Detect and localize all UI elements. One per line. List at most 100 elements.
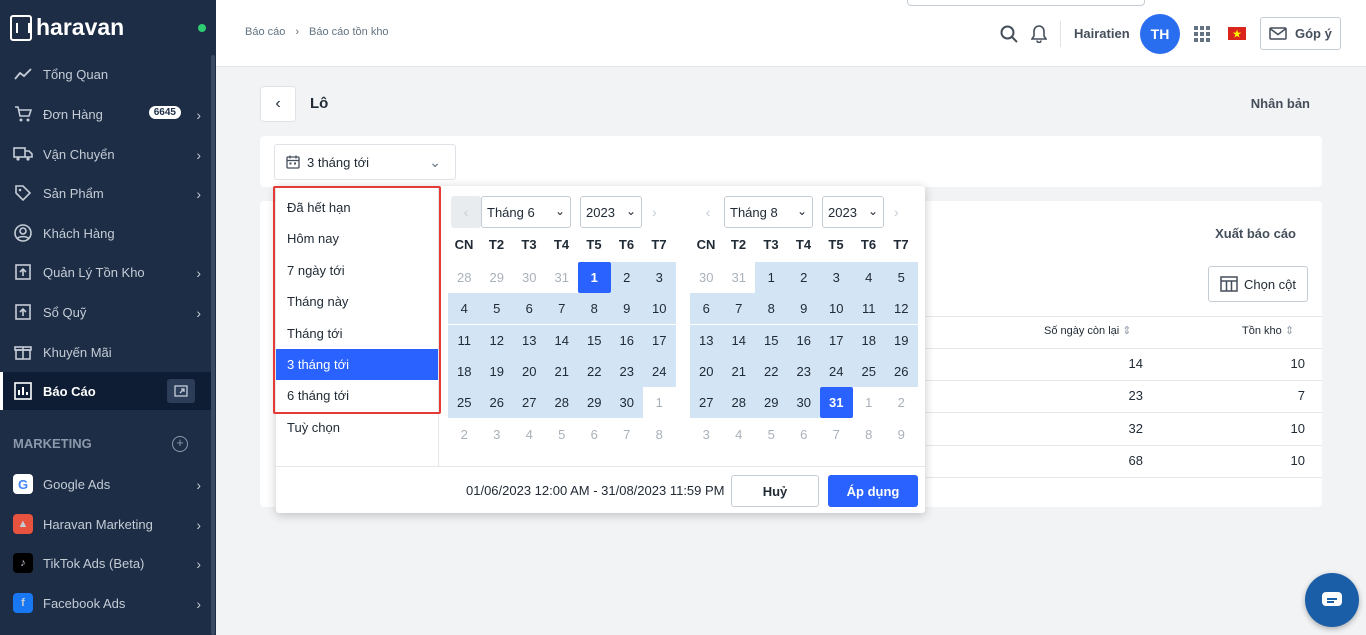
calendar-day[interactable]: 13: [513, 324, 546, 356]
calendar-day[interactable]: 8: [578, 293, 611, 325]
calendar-day[interactable]: 6: [690, 293, 723, 325]
calendar-day[interactable]: 5: [546, 419, 579, 450]
calendar-day[interactable]: 3: [481, 419, 514, 450]
add-marketing-channel-icon[interactable]: +: [172, 436, 188, 452]
calendar-day[interactable]: 4: [852, 262, 885, 293]
calendar-day[interactable]: 14: [545, 324, 578, 356]
calendar-day[interactable]: 20: [513, 355, 546, 387]
calendar-day[interactable]: 2: [610, 262, 643, 293]
next-month-icon[interactable]: ›: [652, 204, 657, 220]
calendar-day[interactable]: 3: [820, 262, 853, 293]
back-button[interactable]: ‹: [260, 86, 296, 122]
preset-option[interactable]: 6 tháng tới: [276, 380, 438, 411]
calendar-day[interactable]: 5: [480, 293, 513, 325]
year-select[interactable]: 2023 ⌄: [822, 196, 884, 228]
avatar[interactable]: TH: [1140, 13, 1180, 54]
calendar-day[interactable]: 12: [480, 324, 513, 356]
column-header-stock[interactable]: Tồn kho ⇕: [1242, 324, 1294, 337]
sidebar-item-cashbook[interactable]: Sổ Quỹ ›: [0, 293, 211, 331]
calendar-day[interactable]: 15: [578, 324, 611, 356]
month-select[interactable]: Tháng 8 ⌄: [724, 196, 813, 228]
calendar-day[interactable]: 8: [755, 293, 788, 325]
calendar-day[interactable]: 2: [448, 419, 481, 450]
apply-button[interactable]: Áp dụng: [828, 475, 918, 507]
calendar-day[interactable]: 4: [513, 419, 546, 450]
sidebar-item-inventory[interactable]: Quản Lý Tồn Kho ›: [0, 253, 211, 291]
calendar-day[interactable]: 31: [546, 262, 579, 293]
calendar-day[interactable]: 24: [820, 355, 853, 387]
cancel-button[interactable]: Huỷ: [731, 475, 819, 507]
calendar-day[interactable]: 31: [723, 262, 756, 293]
month-select[interactable]: Tháng 6 ⌄: [481, 196, 571, 228]
calendar-day[interactable]: 30: [787, 387, 820, 419]
next-month-icon[interactable]: ›: [894, 204, 899, 220]
prev-month-icon[interactable]: ‹: [451, 196, 481, 228]
calendar-day[interactable]: 17: [820, 324, 853, 356]
calendar-day[interactable]: 24: [643, 355, 676, 387]
calendar-day[interactable]: 31: [820, 387, 853, 419]
calendar-day[interactable]: 23: [787, 355, 820, 387]
calendar-day[interactable]: 22: [578, 355, 611, 387]
search-icon[interactable]: [1000, 0, 1018, 67]
calendar-day[interactable]: 25: [852, 355, 885, 387]
feedback-button[interactable]: Góp ý: [1260, 17, 1341, 50]
calendar-day[interactable]: 9: [885, 419, 918, 450]
calendar-day[interactable]: 22: [755, 355, 788, 387]
calendar-day[interactable]: 6: [513, 293, 546, 325]
calendar-day[interactable]: 9: [787, 293, 820, 325]
sidebar-item-chart-line[interactable]: Tổng Quan: [0, 55, 211, 93]
external-window-icon[interactable]: [167, 379, 195, 403]
calendar-day[interactable]: 25: [448, 387, 481, 419]
calendar-day[interactable]: 6: [788, 419, 821, 450]
calendar-day[interactable]: 19: [480, 355, 513, 387]
calendar-day[interactable]: 28: [545, 387, 578, 419]
calendar-day[interactable]: 7: [611, 419, 644, 450]
calendar-day[interactable]: 4: [448, 293, 481, 325]
calendar-day[interactable]: 1: [853, 387, 886, 418]
calendar-day[interactable]: 9: [610, 293, 643, 325]
calendar-day[interactable]: 23: [610, 355, 643, 387]
calendar-day[interactable]: 2: [787, 262, 820, 293]
calendar-day[interactable]: 29: [481, 262, 514, 293]
calendar-day[interactable]: 1: [643, 387, 676, 418]
calendar-day[interactable]: 11: [448, 324, 481, 356]
calendar-day[interactable]: 19: [885, 324, 918, 356]
calendar-day[interactable]: 26: [885, 355, 918, 387]
calendar-day[interactable]: 3: [690, 419, 723, 450]
marketing-item-tiktok[interactable]: ♪ TikTok Ads (Beta) ›: [0, 544, 211, 582]
calendar-day[interactable]: 30: [610, 387, 643, 419]
calendar-day[interactable]: 13: [690, 324, 723, 356]
calendar-day[interactable]: 17: [643, 324, 676, 356]
marketing-item-haravan-marketing[interactable]: ▲ Haravan Marketing ›: [0, 505, 211, 543]
sidebar-item-cart[interactable]: Đơn Hàng 6645 ›: [0, 95, 211, 133]
sidebar-scrollbar[interactable]: [211, 55, 215, 635]
duplicate-button[interactable]: Nhân bản: [1251, 96, 1310, 111]
preset-option[interactable]: Tháng tới: [276, 318, 438, 349]
username[interactable]: Hairatien: [1074, 0, 1130, 67]
sidebar-item-truck[interactable]: Vận Chuyển ›: [0, 135, 211, 173]
calendar-day[interactable]: 2: [885, 387, 918, 418]
calendar-day[interactable]: 14: [722, 324, 755, 356]
sidebar-item-user[interactable]: Khách Hàng: [0, 214, 211, 252]
chat-support-button[interactable]: [1305, 573, 1359, 627]
calendar-day[interactable]: 16: [787, 324, 820, 356]
calendar-day[interactable]: 27: [690, 387, 723, 419]
user-avatar-wrap[interactable]: TH: [1140, 0, 1180, 67]
calendar-day[interactable]: 15: [755, 324, 788, 356]
calendar-day[interactable]: 28: [448, 262, 481, 293]
bell-icon[interactable]: [1031, 0, 1047, 67]
calendar-day[interactable]: 3: [643, 262, 676, 293]
export-report-button[interactable]: Xuất báo cáo: [1215, 226, 1296, 241]
calendar-day[interactable]: 18: [852, 324, 885, 356]
calendar-day[interactable]: 30: [690, 262, 723, 293]
preset-option[interactable]: Tuỳ chọn: [276, 412, 438, 443]
column-header-days-left[interactable]: Số ngày còn lại ⇕: [1044, 324, 1132, 337]
calendar-day[interactable]: 28: [722, 387, 755, 419]
calendar-day[interactable]: 7: [545, 293, 578, 325]
preset-option[interactable]: Tháng này: [276, 286, 438, 317]
calendar-day[interactable]: 16: [610, 324, 643, 356]
calendar-day[interactable]: 11: [852, 293, 885, 325]
choose-columns-button[interactable]: Chọn cột: [1208, 266, 1308, 302]
calendar-day[interactable]: 29: [578, 387, 611, 419]
preset-option[interactable]: 7 ngày tới: [276, 255, 438, 286]
